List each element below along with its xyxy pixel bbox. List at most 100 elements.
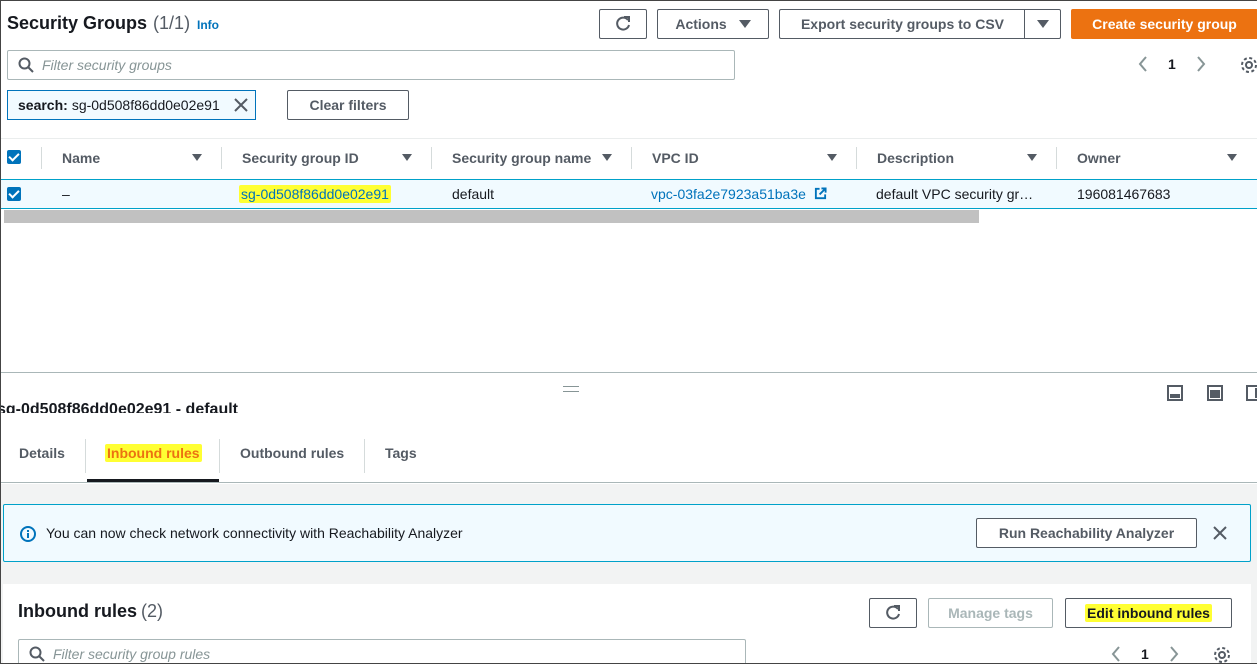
pagination: 1	[1138, 56, 1206, 72]
horizontal-scrollbar[interactable]	[4, 210, 979, 223]
actions-label: Actions	[675, 16, 727, 32]
table-row[interactable]: – sg-0d508f86dd0e02e91 default vpc-03fa2…	[1, 179, 1257, 209]
cell-vpc-id[interactable]: vpc-03fa2e7923a51ba3e	[651, 186, 827, 202]
reachability-flash-banner: You can now check network connectivity w…	[3, 504, 1251, 562]
inbound-refresh-button[interactable]	[869, 598, 917, 628]
inbound-title-text: Inbound rules	[18, 601, 137, 621]
info-icon	[20, 526, 36, 542]
column-divider	[41, 147, 42, 169]
search-placeholder: Filter security groups	[42, 57, 172, 73]
column-header-sg-name[interactable]: Security group name	[452, 150, 591, 166]
chevron-right-icon[interactable]	[1196, 56, 1206, 72]
sort-icon[interactable]	[192, 154, 202, 161]
inbound-rules-title: Inbound rules (2)	[18, 601, 163, 622]
vpc-id-link[interactable]: vpc-03fa2e7923a51ba3e	[651, 186, 806, 202]
edit-inbound-label: Edit inbound rules	[1085, 604, 1212, 622]
page-title-text: Security Groups	[7, 13, 148, 33]
chevron-right-icon[interactable]	[1169, 646, 1179, 662]
edit-inbound-rules-button[interactable]: Edit inbound rules	[1065, 598, 1232, 628]
refresh-icon	[886, 605, 900, 620]
inbound-search-input[interactable]: Filter security group rules	[18, 639, 746, 663]
details-title: sg-0d508f86dd0e02e91 - default	[0, 401, 238, 413]
column-divider	[631, 147, 632, 169]
split-divider	[1, 372, 1257, 373]
cell-description: default VPC security gr…	[876, 186, 1034, 202]
select-all-checkbox[interactable]	[7, 150, 21, 164]
export-dropdown-button[interactable]	[1024, 9, 1061, 39]
cell-owner: 196081467683	[1077, 186, 1171, 202]
flash-message: You can now check network connectivity w…	[46, 525, 463, 541]
sort-icon[interactable]	[1027, 154, 1037, 161]
sort-icon[interactable]	[827, 154, 837, 161]
cell-name: –	[62, 186, 70, 202]
panel-bottom-icon[interactable]	[1167, 385, 1183, 401]
create-security-group-button[interactable]: Create security group	[1071, 9, 1257, 39]
column-divider	[1056, 147, 1057, 169]
settings-gear-icon[interactable]	[1240, 56, 1257, 74]
clear-filters-button[interactable]: Clear filters	[287, 90, 409, 120]
export-csv-button[interactable]: Export security groups to CSV	[779, 9, 1025, 39]
close-icon[interactable]	[1212, 525, 1228, 541]
caret-down-icon	[738, 20, 751, 28]
page-number[interactable]: 1	[1168, 56, 1176, 72]
details-tabs: Details Inbound rules Outbound rules Tag…	[1, 435, 1257, 483]
inbound-page-number[interactable]: 1	[1141, 646, 1149, 662]
tab-divider	[219, 439, 220, 473]
column-header-sg-id[interactable]: Security group ID	[242, 150, 359, 166]
tab-divider	[85, 439, 86, 473]
remove-token-icon[interactable]	[233, 97, 249, 113]
column-header-description[interactable]: Description	[877, 150, 954, 166]
sg-id-link[interactable]: sg-0d508f86dd0e02e91	[239, 185, 391, 203]
sort-icon[interactable]	[602, 154, 612, 161]
search-input[interactable]: Filter security groups	[7, 50, 735, 80]
clear-filters-label: Clear filters	[309, 97, 387, 113]
tab-divider	[364, 439, 365, 473]
sort-icon[interactable]	[1227, 154, 1237, 161]
column-header-owner[interactable]: Owner	[1077, 150, 1121, 166]
search-icon	[18, 57, 34, 73]
refresh-button[interactable]	[599, 9, 647, 39]
filter-token[interactable]: search: sg-0d508f86dd0e02e91	[7, 90, 256, 120]
cell-sg-id[interactable]: sg-0d508f86dd0e02e91	[239, 185, 391, 203]
tab-tags[interactable]: Tags	[385, 445, 417, 461]
chevron-left-icon[interactable]	[1111, 646, 1121, 662]
column-divider	[856, 147, 857, 169]
tab-inbound-rules[interactable]: Inbound rules	[105, 444, 202, 462]
manage-tags-button[interactable]: Manage tags	[928, 598, 1053, 628]
search-icon	[29, 646, 45, 662]
cell-sg-name: default	[452, 186, 495, 202]
page-title: Security Groups (1/1)	[7, 13, 190, 34]
column-divider	[431, 147, 432, 169]
refresh-icon	[616, 16, 630, 31]
caret-down-icon	[1036, 20, 1049, 28]
panel-side-icon[interactable]	[1246, 385, 1257, 401]
run-reachability-analyzer-button[interactable]: Run Reachability Analyzer	[976, 518, 1197, 548]
manage-tags-label: Manage tags	[948, 605, 1033, 621]
create-label: Create security group	[1092, 16, 1237, 32]
resize-handle-icon[interactable]	[563, 386, 579, 392]
sort-icon[interactable]	[402, 154, 412, 161]
column-header-name[interactable]: Name	[62, 150, 100, 166]
inbound-search-placeholder: Filter security group rules	[53, 646, 211, 662]
token-key: search:	[18, 97, 68, 113]
token-value: sg-0d508f86dd0e02e91	[71, 97, 220, 113]
inbound-pagination: 1	[1111, 646, 1179, 662]
column-divider	[221, 147, 222, 169]
chevron-left-icon[interactable]	[1138, 56, 1148, 72]
security-groups-console: Security Groups (1/1) Info Actions Export…	[0, 0, 1257, 664]
tab-outbound-rules[interactable]: Outbound rules	[240, 445, 344, 461]
active-tab-indicator	[87, 479, 219, 482]
column-header-vpc-id[interactable]: VPC ID	[652, 150, 699, 166]
actions-button[interactable]: Actions	[657, 9, 769, 39]
row-checkbox[interactable]	[7, 187, 21, 201]
run-reachability-label: Run Reachability Analyzer	[998, 525, 1175, 541]
selection-count: (1/1)	[153, 13, 191, 33]
tab-inbound-label: Inbound rules	[105, 444, 202, 462]
external-link-icon	[814, 187, 827, 200]
table-header: Name Security group ID Security group na…	[1, 138, 1257, 176]
settings-gear-icon[interactable]	[1213, 646, 1231, 664]
info-link[interactable]: Info	[197, 18, 219, 32]
tab-details[interactable]: Details	[19, 445, 65, 461]
panel-split-icon[interactable]	[1207, 385, 1223, 401]
export-label: Export security groups to CSV	[800, 16, 1005, 32]
